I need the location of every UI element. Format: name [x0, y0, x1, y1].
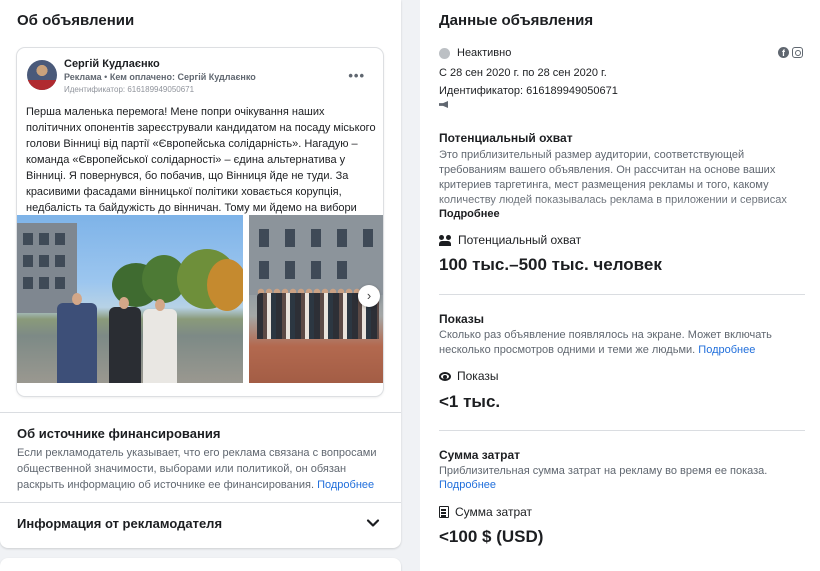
reach-metric-label: Потенциальный охват	[439, 233, 581, 247]
spend-metric-label: Сумма затрат	[439, 505, 532, 519]
divider	[0, 502, 401, 503]
funding-more-link[interactable]: Подробнее	[317, 479, 374, 491]
divider	[439, 294, 805, 295]
next-panel-edge	[0, 558, 401, 571]
impressions-description: Сколько раз объявление появлялось на экр…	[439, 329, 772, 356]
avatar[interactable]	[27, 60, 57, 90]
more-options-icon[interactable]: •••	[348, 68, 365, 83]
reach-description: Это приблизительный размер аудитории, со…	[439, 149, 787, 206]
ad-identifier: Идентификатор: 616189949050671	[439, 85, 618, 97]
paid-by-text: Кем оплачено: Сергій Кудлаєнко	[109, 72, 256, 82]
funding-source-text: Если рекламодатель указывает, что его ре…	[17, 447, 377, 491]
status-text: Неактивно	[457, 47, 512, 59]
reach-value: 100 тыс.–500 тыс. человек	[439, 255, 662, 274]
money-icon	[439, 506, 449, 518]
chevron-down-icon[interactable]	[366, 516, 380, 530]
status-row: Неактивно	[439, 47, 511, 59]
ad-data-title: Данные объявления	[439, 12, 594, 29]
impressions-value: <1 тыс.	[439, 392, 501, 411]
spend-description: Приблизительная сумма затрат на рекламу …	[439, 465, 768, 477]
impressions-metric-label: Показы	[439, 369, 498, 383]
ad-body-text: Перша маленька перемога! Мене попри очік…	[26, 106, 376, 230]
image-carousel[interactable]	[17, 215, 383, 383]
instagram-icon	[792, 47, 803, 58]
divider	[439, 430, 805, 431]
run-dates: С 28 сен 2020 г. по 28 сен 2020 г.	[439, 67, 607, 79]
sponsor-line: Реклама • Кем оплачено: Сергій Кудлаєнко	[64, 72, 256, 82]
spend-title: Сумма затрат	[439, 448, 521, 462]
reach-title: Потенциальный охват	[439, 131, 573, 145]
ad-identifier-small: Идентификатор: 616189949050671	[64, 85, 195, 94]
divider	[0, 412, 401, 413]
eye-icon	[439, 371, 451, 381]
carousel-next-button[interactable]: ›	[358, 285, 380, 307]
facebook-icon: f	[778, 47, 789, 58]
spend-value: <100 $ (USD)	[439, 527, 544, 546]
spend-more-link[interactable]: Подробнее	[439, 479, 496, 491]
ad-preview-card: Сергій Кудлаєнко Реклама • Кем оплачено:…	[17, 48, 383, 396]
people-icon	[439, 234, 452, 246]
funding-source-title: Об источнике финансирования	[17, 426, 221, 441]
platform-icons: f	[778, 47, 803, 58]
impressions-more-link[interactable]: Подробнее	[698, 344, 755, 356]
inactive-status-icon	[439, 47, 450, 59]
reach-more-link[interactable]: Подробнее	[439, 208, 500, 220]
sponsored-label: Реклама	[64, 72, 102, 82]
carousel-image-1[interactable]	[17, 215, 243, 383]
about-ad-title: Об объявлении	[17, 12, 135, 29]
page-name[interactable]: Сергій Кудлаєнко	[64, 58, 160, 70]
advertiser-info-toggle[interactable]: Информация от рекламодателя	[17, 516, 222, 531]
impressions-title: Показы	[439, 312, 484, 326]
